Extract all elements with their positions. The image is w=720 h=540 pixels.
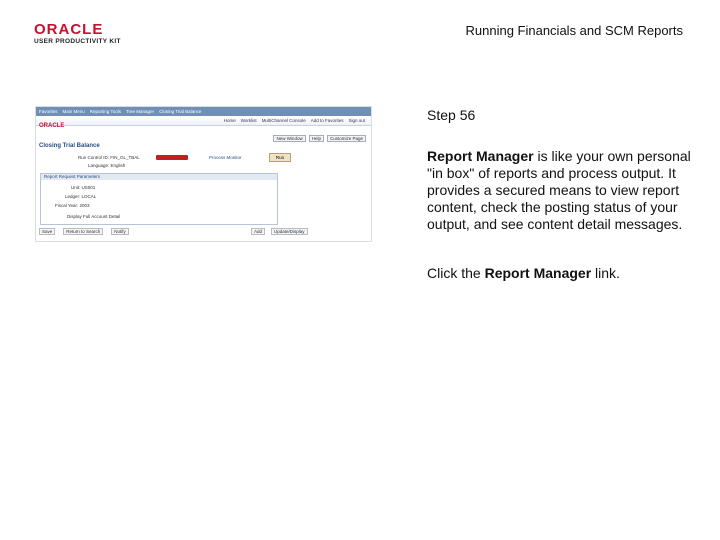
logo-subtitle: USER PRODUCTIVITY KIT (34, 38, 121, 45)
instruction-link: Report Manager (484, 265, 592, 281)
thumb-nav-item: Closing Trial Balance (159, 109, 202, 114)
thumb-util-bar: Home Worklist MultiChannel Console Add t… (36, 116, 371, 126)
step-instruction: Click the Report Manager link. (427, 265, 697, 282)
thumb-page-link: Customize Page (326, 135, 366, 142)
thumb-util-link: Worklist (240, 118, 257, 123)
instruction-prefix: Click the (427, 265, 485, 281)
thumb-util-link: Add to Favorites (310, 118, 344, 123)
thumb-util-link: Home (223, 118, 236, 123)
thumb-field: Ledger: LOCAL (65, 194, 97, 199)
thumb-bottom-button: Update/Display (271, 228, 308, 235)
thumb-process-monitor: Process Monitor (209, 155, 242, 160)
thumb-params-panel: Report Request Parameters Unit: US001 Le… (40, 173, 278, 225)
thumb-page-title: Closing Trial Balance (39, 143, 100, 149)
thumb-nav-item: Favorites (39, 109, 58, 114)
thumb-bottom-right: Add Update/Display (251, 228, 308, 235)
thumb-bottom-button: Save (39, 228, 56, 235)
instruction-suffix: link. (591, 265, 620, 281)
thumb-bottom-button: Add (251, 228, 266, 235)
thumb-field: Fiscal Year: 2003 (55, 203, 90, 208)
oracle-upk-logo: ORACLE USER PRODUCTIVITY KIT (34, 22, 134, 45)
thumb-run-control: Run Control ID: FIN_GL_TBAL (78, 155, 140, 160)
thumb-logo: ORACLE (39, 123, 65, 129)
thumb-panel-header: Report Request Parameters (41, 174, 277, 180)
thumb-report-manager-highlight (156, 155, 188, 160)
thumb-util-link: Sign out (348, 118, 365, 123)
thumb-bottom-button: Notify (111, 228, 129, 235)
thumb-page-link: Help (308, 135, 324, 142)
thumb-language: Language: English (88, 163, 126, 168)
thumb-run-button: Run (269, 153, 291, 162)
thumb-page-link: New Window (273, 135, 306, 142)
logo-oracle-text: ORACLE (34, 21, 104, 38)
thumb-nav-item: Tree Manager (125, 109, 155, 114)
description-term: Report Manager (427, 148, 534, 164)
step-label: Step 56 (427, 107, 476, 123)
document-title: Running Financials and SCM Reports (465, 23, 684, 38)
thumb-bottom-button: Return to Search (63, 228, 104, 235)
thumb-nav-bar: Favorites Main Menu Reporting Tools Tree… (36, 107, 371, 116)
thumb-nav-item: Reporting Tools (89, 109, 121, 114)
application-screenshot: Favorites Main Menu Reporting Tools Tree… (35, 106, 372, 242)
thumb-field: Unit: US001 (71, 185, 96, 190)
thumb-bottom-buttons: Save Return to Search Notify (39, 228, 129, 235)
thumb-page-links: New Window Help Customize Page (273, 135, 366, 142)
step-description: Report Manager is like your own personal… (427, 148, 697, 233)
thumb-util-link: MultiChannel Console (261, 118, 306, 123)
thumb-field: Display Full Account Detail (67, 214, 121, 219)
thumb-nav-item: Main Menu (62, 109, 85, 114)
